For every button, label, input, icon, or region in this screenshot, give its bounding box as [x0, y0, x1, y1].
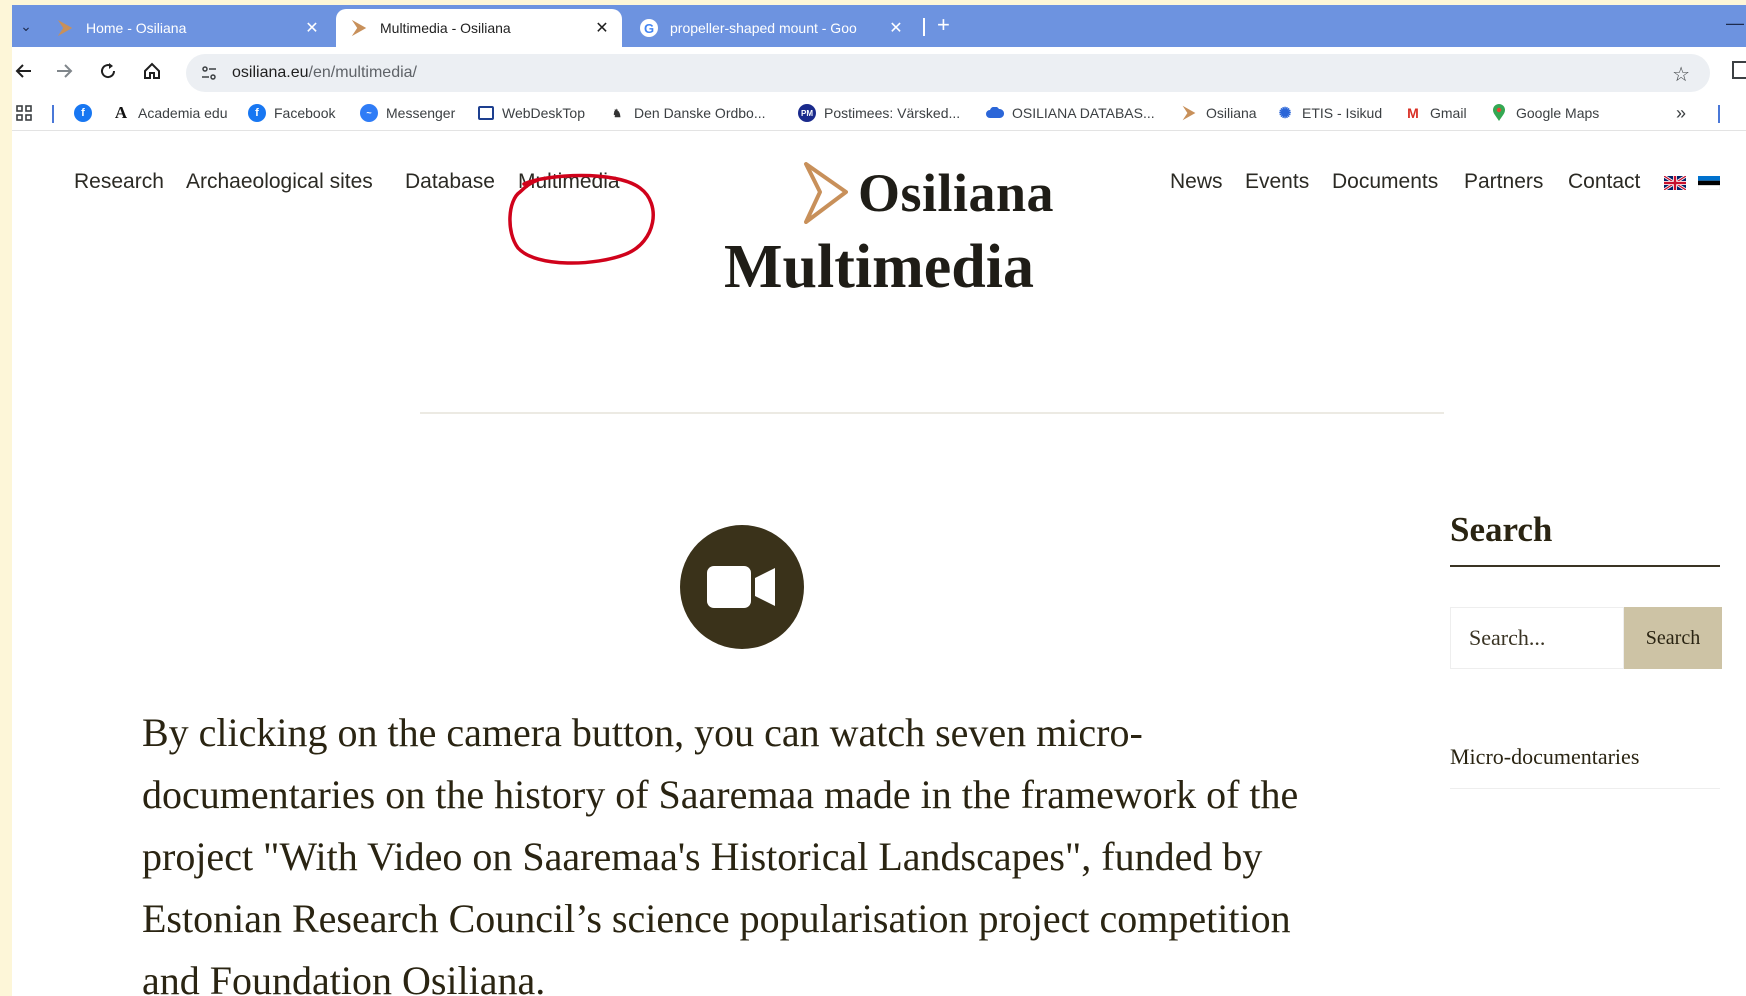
bookmark-label: Postimees: Värsked... — [824, 105, 961, 121]
gmail-icon: M — [1407, 105, 1419, 121]
intro-paragraph: By clicking on the camera button, you ca… — [142, 710, 1299, 996]
search-input[interactable] — [1450, 607, 1624, 669]
sidebar-link-micro-documentaries[interactable]: Micro-documentaries — [1450, 744, 1639, 770]
tab-search-chevron-icon[interactable]: ⌄ — [12, 11, 40, 41]
bookmark-postimees[interactable]: PM Postimees: Värsked... — [798, 101, 960, 125]
osiliana-arrow-icon — [57, 19, 73, 37]
minimize-icon[interactable]: — — [1726, 13, 1744, 34]
screenshot-frame: ⌄ Home - Osiliana ✕ Multimedia - Osilian… — [0, 0, 1746, 996]
home-icon[interactable] — [140, 59, 164, 83]
bookmark-label: ETIS - Isikud — [1302, 105, 1383, 121]
tab-google-search[interactable]: G propeller-shaped mount - Goo ✕ — [626, 9, 916, 47]
bookmark-label: Facebook — [274, 105, 336, 121]
osiliana-logo-icon — [804, 162, 848, 224]
bookmark-osiliana-database[interactable]: OSILIANA DATABAS... — [986, 101, 1155, 125]
etis-icon: ✺ — [1278, 105, 1292, 122]
osiliana-arrow-icon — [1180, 104, 1198, 122]
web-page: Research Archaeological sites Database M… — [12, 132, 1746, 996]
address-bar[interactable]: osiliana.eu/en/multimedia/ ☆ — [186, 54, 1710, 92]
nav-archaeological-sites[interactable]: Archaeological sites — [186, 170, 373, 194]
apps-grid-icon[interactable] — [16, 105, 32, 126]
bookmark-google-maps[interactable]: Google Maps — [1490, 101, 1599, 125]
url-text: osiliana.eu/en/multimedia/ — [232, 64, 417, 82]
bookmarks-separator — [1718, 105, 1720, 123]
academia-icon: A — [114, 103, 128, 122]
nav-news[interactable]: News — [1170, 170, 1223, 194]
bookmark-label: Google Maps — [1516, 105, 1600, 121]
tab-strip: ⌄ Home - Osiliana ✕ Multimedia - Osilian… — [12, 5, 1746, 47]
bookmark-ordbog[interactable]: ♞ Den Danske Ordbo... — [608, 101, 766, 125]
page-title: Multimedia — [724, 233, 1034, 301]
logo-text: Osiliana — [858, 163, 1055, 223]
tab-multimedia[interactable]: Multimedia - Osiliana ✕ — [336, 9, 622, 47]
ordbog-icon: ♞ — [612, 107, 622, 120]
bookmark-label: OSILIANA DATABAS... — [1012, 105, 1155, 121]
nav-research[interactable]: Research — [74, 170, 164, 194]
facebook-icon: f — [74, 104, 92, 122]
facebook-icon: f — [248, 104, 266, 122]
bookmark-messenger[interactable]: ~ Messenger — [360, 101, 455, 125]
nav-database[interactable]: Database — [405, 170, 495, 194]
bookmark-label: Messenger — [386, 105, 456, 121]
bookmark-label: Osiliana — [1206, 105, 1257, 121]
nav-documents[interactable]: Documents — [1332, 170, 1438, 194]
webdesktop-icon — [478, 106, 494, 120]
bookmark-label: Academia edu — [138, 105, 228, 121]
google-icon: G — [640, 19, 658, 37]
tab-separator — [923, 18, 925, 36]
postimees-icon: PM — [798, 104, 816, 122]
video-camera-icon — [707, 566, 775, 608]
url-path: /en/multimedia/ — [308, 64, 418, 81]
bookmarks-bar: f A Academia edu f Facebook ~ Messenger … — [12, 95, 1746, 131]
more-bookmarks-icon[interactable]: » — [1676, 103, 1686, 124]
sidebar-search-heading: Search — [1450, 510, 1553, 549]
browser-window: ⌄ Home - Osiliana ✕ Multimedia - Osilian… — [12, 5, 1746, 996]
close-tab-icon[interactable]: ✕ — [886, 18, 906, 38]
maps-pin-icon — [1490, 104, 1508, 122]
bookmark-facebook[interactable]: f Facebook — [248, 101, 335, 125]
back-icon[interactable] — [12, 59, 36, 83]
sidebar-link-rule — [1450, 788, 1720, 789]
url-host: osiliana.eu — [232, 64, 309, 81]
bookmark-label: Gmail — [1430, 105, 1467, 121]
uk-flag-icon[interactable] — [1663, 174, 1687, 195]
site-info-icon[interactable] — [198, 62, 220, 84]
bookmark-label: Den Danske Ordbo... — [634, 105, 766, 121]
sidebar-heading-rule — [1450, 565, 1720, 567]
bookmarks-separator — [52, 105, 54, 123]
extensions-icon[interactable] — [1732, 61, 1746, 79]
bookmark-webdesktop[interactable]: WebDeskTop — [478, 101, 585, 125]
tab-title: Multimedia - Osiliana — [380, 20, 511, 36]
bookmark-osiliana[interactable]: Osiliana — [1180, 101, 1257, 125]
new-tab-button[interactable]: + — [937, 12, 950, 38]
reload-icon[interactable] — [96, 59, 120, 83]
close-tab-icon[interactable]: ✕ — [592, 18, 612, 38]
site-logo[interactable]: Osiliana — [802, 162, 1054, 224]
tab-home[interactable]: Home - Osiliana ✕ — [42, 9, 332, 47]
close-tab-icon[interactable]: ✕ — [302, 18, 322, 38]
nav-events[interactable]: Events — [1245, 170, 1309, 194]
bookmark-academia[interactable]: A Academia edu — [112, 101, 228, 125]
nav-partners[interactable]: Partners — [1464, 170, 1543, 194]
bookmark-star-icon[interactable]: ☆ — [1672, 62, 1690, 87]
nav-contact[interactable]: Contact — [1568, 170, 1640, 194]
forward-icon[interactable] — [52, 59, 76, 83]
messenger-icon: ~ — [360, 104, 378, 122]
estonian-flag-icon[interactable] — [1697, 176, 1721, 195]
browser-toolbar: osiliana.eu/en/multimedia/ ☆ — [12, 47, 1746, 95]
bookmark-label: WebDeskTop — [502, 105, 586, 121]
title-divider — [420, 412, 1444, 414]
tab-title: Home - Osiliana — [86, 20, 187, 36]
camera-button[interactable] — [680, 525, 804, 649]
search-button[interactable]: Search — [1624, 607, 1722, 669]
bookmark-gmail[interactable]: M Gmail — [1404, 101, 1467, 125]
bookmark-facebook-icon-only[interactable]: f — [74, 101, 100, 125]
tab-title: propeller-shaped mount - Goo — [670, 20, 857, 36]
cloud-icon — [986, 104, 1004, 122]
osiliana-arrow-icon — [351, 19, 367, 37]
bookmark-etis[interactable]: ✺ ETIS - Isikud — [1276, 101, 1382, 125]
